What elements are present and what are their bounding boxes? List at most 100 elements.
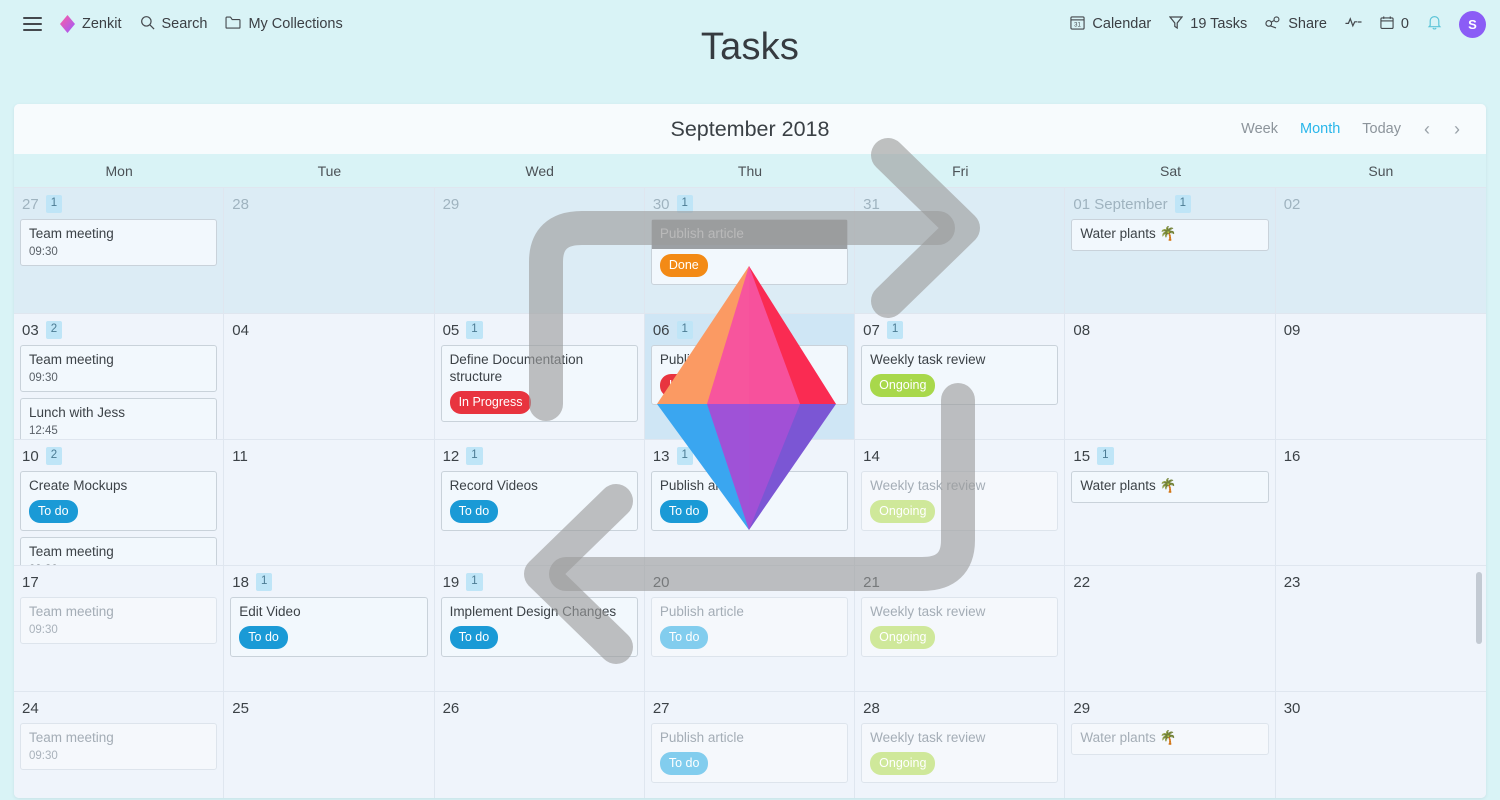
day-cell[interactable]: 12 1 Record Videos To do: [434, 440, 645, 566]
day-number-row: 27 1: [20, 194, 217, 214]
day-cell[interactable]: 10 2 Create Mockups To do Team meeting09:30: [14, 440, 225, 566]
day-cell[interactable]: 06 1 Publish article In Progress: [644, 314, 856, 440]
day-cell[interactable]: 07 1 Weekly task review Ongoing: [855, 314, 1066, 440]
event-card[interactable]: Team meeting 09:30: [20, 597, 218, 644]
day-cell[interactable]: 20 Publish article To do: [644, 566, 856, 692]
calendar-toolbar: September 2018 Week Month Today ‹ ›: [14, 104, 1486, 154]
day-cell[interactable]: 11: [224, 440, 435, 566]
event-title: Weekly task review: [870, 478, 986, 493]
status-badge: Ongoing: [870, 751, 936, 776]
day-number-row: 26: [441, 698, 638, 718]
day-cell[interactable]: 27 1 Team meeting 09:30: [14, 188, 225, 314]
today-button[interactable]: Today: [1351, 116, 1412, 142]
day-number: 01 September: [1073, 195, 1168, 213]
event-time: 09:30: [29, 623, 58, 636]
event-card[interactable]: Water plants 🌴: [1071, 219, 1269, 251]
event-card[interactable]: Publish article Done: [650, 219, 849, 286]
day-cell[interactable]: 26: [434, 692, 645, 798]
day-cell[interactable]: 02: [1275, 188, 1486, 314]
day-cell[interactable]: 08: [1065, 314, 1276, 440]
event-card[interactable]: Publish article In Progress: [650, 345, 849, 406]
event-card[interactable]: Edit Video To do: [230, 597, 428, 658]
view-week-button[interactable]: Week: [1230, 116, 1289, 142]
day-cell[interactable]: 31: [855, 188, 1066, 314]
event-title: Team meeting: [29, 226, 114, 241]
event-card[interactable]: Implement Design Changes To do: [440, 597, 638, 658]
day-cell[interactable]: 22: [1065, 566, 1276, 692]
day-task-count-badge: 2: [45, 447, 63, 465]
status-badge: To do: [659, 751, 709, 776]
day-number-row: 12 1: [441, 446, 638, 466]
day-cell[interactable]: 30 1 Publish article Done: [644, 188, 856, 314]
status-badge: To do: [659, 625, 709, 650]
day-cell[interactable]: 25: [224, 692, 435, 798]
day-cell[interactable]: 09: [1275, 314, 1486, 440]
day-cell[interactable]: 29 Water plants 🌴: [1065, 692, 1276, 798]
day-number: 24: [22, 699, 39, 717]
day-cell[interactable]: 19 1 Implement Design Changes To do: [434, 566, 645, 692]
view-month-button[interactable]: Month: [1289, 116, 1351, 142]
event-title: Publish article: [659, 352, 744, 367]
event-card[interactable]: Publish article To do: [650, 597, 849, 658]
event-card[interactable]: Water plants 🌴: [1071, 723, 1269, 755]
event-title: Weekly task review: [870, 730, 986, 745]
day-number: 17: [22, 573, 39, 591]
day-number-row: 20: [651, 572, 848, 592]
day-number: 22: [1073, 573, 1091, 591]
weekday-header: Mon Tue Wed Thu Fri Sat Sun: [14, 154, 1486, 187]
day-cell[interactable]: 14 Weekly task review Ongoing: [855, 440, 1066, 566]
day-cell[interactable]: 18 1 Edit Video To do: [224, 566, 435, 692]
day-cell[interactable]: 28 Weekly task review Ongoing: [855, 692, 1066, 798]
event-title: Team meeting: [29, 544, 114, 560]
event-title: Publish article: [651, 220, 848, 249]
calendar-grid: 27 1 Team meeting 09:30 28 29 30 1 Publish artic…: [14, 187, 1486, 798]
day-cell[interactable]: 13 1 Publish article To do: [644, 440, 856, 566]
day-number: 02: [1283, 195, 1301, 213]
day-cell[interactable]: 16: [1275, 440, 1486, 566]
day-cell[interactable]: 15 1 Water plants 🌴: [1065, 440, 1276, 566]
day-cell[interactable]: 03 2 Team meeting 09:30 Lunch with Jess 12:45: [14, 314, 225, 440]
event-card[interactable]: Lunch with Jess 12:45: [20, 397, 218, 439]
event-card[interactable]: Team meeting09:30: [20, 219, 218, 266]
event-card[interactable]: Water plants 🌴: [1071, 471, 1269, 503]
event-card[interactable]: Record Videos To do: [440, 471, 638, 532]
day-number-row: 09: [1282, 320, 1480, 340]
event-card[interactable]: Publish article To do: [650, 723, 849, 784]
event-card[interactable]: Publish article To do: [650, 471, 849, 532]
day-number: 30: [652, 195, 670, 213]
event-card[interactable]: Team meeting09:30: [20, 345, 218, 392]
day-cell[interactable]: 29: [434, 188, 645, 314]
event-title: Weekly task review: [870, 604, 986, 619]
day-cell[interactable]: 01 September 1 Water plants 🌴: [1065, 188, 1276, 314]
day-cell[interactable]: 27 Publish article To do: [644, 692, 856, 798]
vertical-scrollbar-thumb[interactable]: [1476, 572, 1482, 644]
status-badge: In Progress: [449, 390, 532, 415]
event-title: Water plants 🌴: [1080, 226, 1177, 241]
event-card[interactable]: Create Mockups To do: [20, 471, 218, 532]
event-card[interactable]: Define Documentation structure In Progres…: [440, 345, 638, 423]
event-title: Team meeting: [29, 604, 114, 619]
event-title: Weekly task review: [870, 352, 986, 367]
day-cell[interactable]: 28: [224, 188, 435, 314]
day-number: 18: [232, 573, 249, 591]
day-cell[interactable]: 21 Weekly task review Ongoing: [855, 566, 1066, 692]
day-cell[interactable]: 17 Team meeting 09:30: [14, 566, 225, 692]
day-cell[interactable]: 23: [1275, 566, 1486, 692]
event-title: Edit Video: [239, 604, 301, 619]
day-cell[interactable]: 04: [224, 314, 435, 440]
event-card[interactable]: Weekly task review Ongoing: [861, 723, 1059, 784]
event-card[interactable]: Team meeting09:30: [20, 723, 218, 770]
event-card[interactable]: Weekly task review Ongoing: [861, 471, 1059, 532]
day-cell[interactable]: 24 Team meeting 09:30: [14, 692, 225, 798]
event-title: Water plants 🌴: [1080, 478, 1177, 493]
day-cell[interactable]: 30: [1275, 692, 1486, 798]
day-number-row: 08: [1071, 320, 1268, 340]
day-number: 28: [232, 195, 249, 213]
next-month-button[interactable]: ›: [1442, 114, 1472, 144]
event-card[interactable]: Team meeting09:30: [20, 537, 218, 565]
prev-month-button[interactable]: ‹: [1412, 114, 1442, 144]
day-number-row: 28: [861, 698, 1058, 718]
event-card[interactable]: Weekly task review Ongoing: [861, 597, 1059, 658]
day-cell[interactable]: 05 1 Define Documentation structure In Prog…: [434, 314, 645, 440]
event-card[interactable]: Weekly task review Ongoing: [861, 345, 1059, 406]
